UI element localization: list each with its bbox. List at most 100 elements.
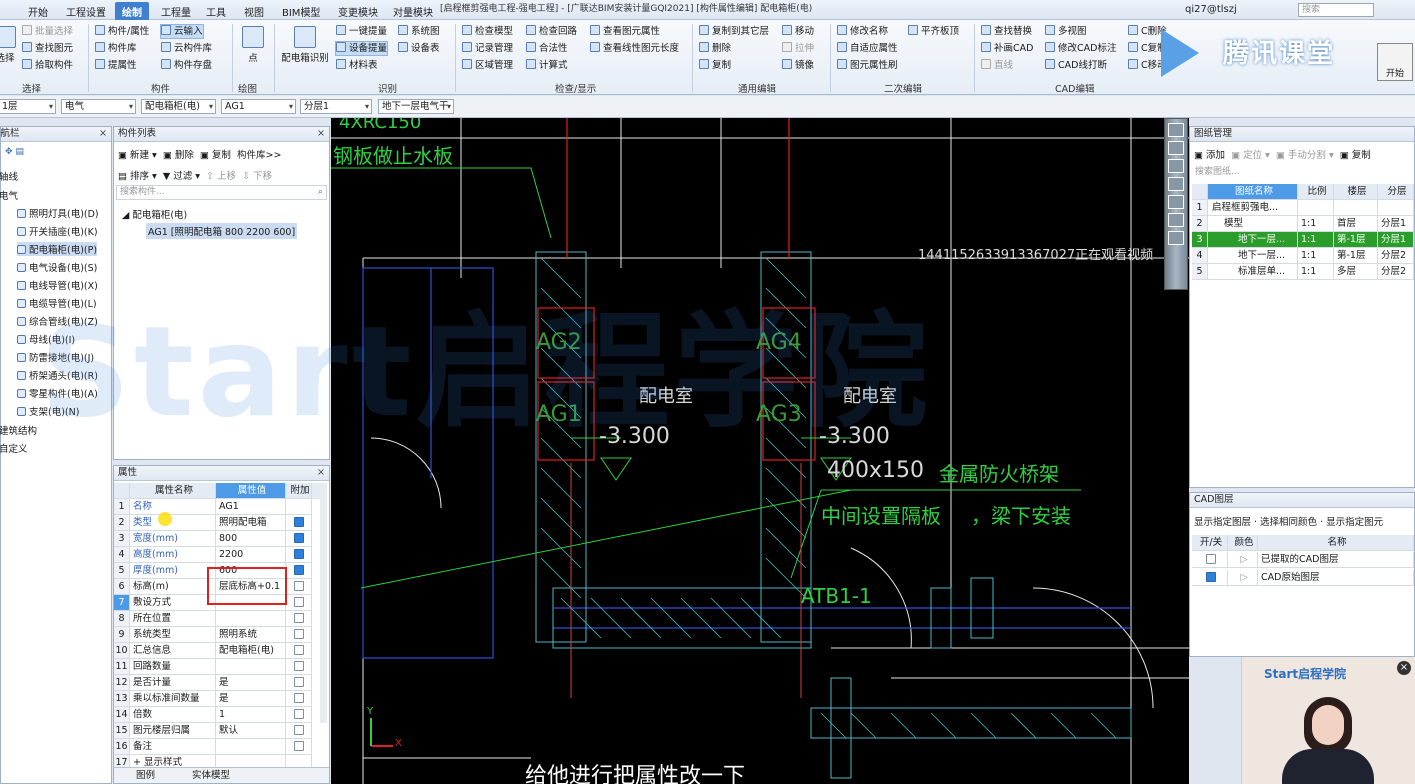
cad-drawing-canvas[interactable]: 4XRC150 钢板做止水板 AG2 AG1 AG4 AG3 配电室 配电室 -… — [331, 118, 1189, 784]
filter-button[interactable]: ▼ 过滤 ▾ — [163, 171, 200, 182]
top-search-input[interactable]: 搜索 — [1298, 3, 1374, 17]
property-value[interactable]: 2200 — [216, 547, 286, 563]
property-value[interactable] — [216, 611, 286, 627]
screen-icon[interactable] — [1168, 159, 1184, 173]
extra-checkbox[interactable] — [293, 693, 304, 703]
pick-component-button[interactable]: 拾取构件 — [22, 59, 73, 72]
property-value[interactable] — [216, 739, 286, 755]
account-name[interactable]: qi27@tlszj — [1185, 4, 1237, 15]
expand-icon[interactable]: ▷ — [1228, 552, 1258, 568]
formula-button[interactable]: 计算式 — [526, 59, 568, 72]
extra-checkbox[interactable] — [293, 741, 304, 751]
drawing-search-input[interactable]: 搜索图纸... — [1192, 166, 1412, 181]
cad-layer-toolbar[interactable]: 显示指定图层 · 选择相同颜色 · 显示指定图元 — [1194, 514, 1383, 528]
nav-building-structure[interactable]: 建筑结构 — [0, 423, 37, 437]
nav-toolbar-icons[interactable]: ✥ ▤ — [5, 147, 24, 157]
extra-checkbox[interactable] — [293, 597, 304, 607]
property-value[interactable]: AG1 — [216, 499, 286, 515]
cloud-component-lib-button[interactable]: 云构件库 — [161, 42, 212, 55]
property-value[interactable]: 800 — [216, 531, 286, 547]
one-click-quantity-button[interactable]: 一键提量 — [336, 25, 387, 38]
tab-legend[interactable]: 图例 — [136, 768, 155, 783]
move-down-button[interactable]: ⇩ 下移 — [242, 171, 272, 182]
extra-checkbox[interactable] — [293, 725, 304, 735]
multi-view-button[interactable]: 多视图 — [1045, 25, 1087, 38]
layer-select[interactable]: 分层1 ▾ — [300, 99, 372, 114]
material-table-button[interactable]: 材料表 — [336, 59, 378, 72]
element-props-brush-button[interactable]: 图元属性刷 — [837, 59, 898, 72]
close-icon[interactable]: × — [99, 127, 107, 141]
property-row[interactable]: 14 倍数 1 — [114, 707, 321, 723]
select-button[interactable]: 选择 — [0, 26, 18, 64]
view-element-props-button[interactable]: 查看图元属性 — [590, 25, 660, 38]
3d-view-icon[interactable] — [1168, 141, 1184, 155]
property-value[interactable]: 默认 — [216, 723, 286, 739]
expand-icon[interactable]: ▷ — [1228, 570, 1258, 586]
extra-checkbox[interactable] — [293, 709, 304, 719]
find-replace-button[interactable]: 查找替换 — [981, 25, 1032, 38]
drawing-row[interactable]: 4 地下一层... 1:1 第-1层 分层2 — [1192, 248, 1414, 264]
property-row[interactable]: 15 图元楼层归属 默认 — [114, 723, 321, 739]
view-line-length-button[interactable]: 查看线性图元长度 — [590, 42, 679, 55]
device-quantity-button[interactable]: 设备提量 — [334, 41, 389, 56]
adaptive-props-button[interactable]: 自适应属性 — [837, 42, 898, 55]
nav-distribution-box[interactable]: 配电箱柜(电)(P) — [17, 242, 98, 256]
extra-checkbox[interactable] — [293, 677, 304, 687]
refresh-icon[interactable] — [1168, 213, 1184, 227]
copy-button[interactable]: 复制 — [699, 59, 731, 72]
sort-button[interactable]: ▤ 排序 ▾ — [118, 171, 157, 182]
drawing-row[interactable]: 3 地下一层... 1:1 第-1层 分层1 — [1192, 232, 1414, 248]
tab-quantity[interactable]: 工程量 — [161, 4, 191, 19]
save-component-button[interactable]: 构件存盘 — [161, 59, 212, 72]
mirror-button[interactable]: 镜像 — [782, 59, 814, 72]
tree-group-distribution-box[interactable]: ◢ 配电箱柜(电) — [122, 207, 187, 221]
drawing-select[interactable]: 地下一层电气干 ▾ — [378, 99, 454, 114]
component-lib-button[interactable]: 构件库 — [95, 42, 137, 55]
tab-compare-module[interactable]: 对量模块 — [393, 4, 433, 19]
property-row[interactable]: 3 宽度(mm) 800 — [114, 531, 321, 547]
move-button[interactable]: 移动 — [782, 25, 814, 38]
property-value[interactable] — [216, 659, 286, 675]
area-manage-button[interactable]: 区域管理 — [462, 59, 513, 72]
modify-cad-label-button[interactable]: 修改CAD标注 — [1045, 42, 1116, 55]
batch-select-button[interactable]: 批量选择 — [22, 25, 73, 38]
draw-cad-button[interactable]: 补画CAD — [981, 42, 1033, 55]
drawing-row[interactable]: 1 启程框剪强电... — [1192, 200, 1414, 216]
delete-button[interactable]: ▣ 删除 — [163, 150, 194, 161]
close-icon[interactable]: × — [317, 466, 325, 480]
property-value[interactable]: 是 — [216, 675, 286, 691]
tab-draw[interactable]: 绘制 — [115, 2, 149, 21]
copy-button[interactable]: ▣ 复制 — [200, 150, 231, 161]
nav-electric[interactable]: 电气 — [0, 188, 18, 202]
property-row[interactable]: 12 是否计量是 — [114, 675, 321, 691]
nav-axis[interactable]: 轴线 — [0, 169, 18, 183]
layer-toggle-checkbox[interactable] — [1206, 554, 1216, 564]
floor-select[interactable]: 1层 ▾ — [0, 99, 56, 114]
check-circuit-button[interactable]: 检查回路 — [526, 25, 577, 38]
tab-tools[interactable]: 工具 — [206, 4, 226, 19]
property-value[interactable]: 1 — [216, 707, 286, 723]
property-row[interactable]: 13 乘以标准间数量是 — [114, 691, 321, 707]
cad-line-break-button[interactable]: CAD线打断 — [1045, 59, 1107, 72]
component-search-input[interactable]: 搜索构件... ⌕ — [116, 185, 327, 200]
locate-button[interactable]: ▣ 定位 ▾ — [1231, 150, 1270, 161]
extra-checkbox[interactable] — [293, 565, 304, 575]
copy-to-other-floor-button[interactable]: 复制到其它层 — [699, 25, 769, 38]
tab-change-module[interactable]: 变更模块 — [338, 4, 378, 19]
copy-drawing-button[interactable]: ▣ 复制 — [1340, 150, 1371, 161]
cube-icon[interactable] — [1168, 177, 1184, 191]
drawing-row[interactable]: 5 标准层单... 1:1 多层 分层2 — [1192, 264, 1414, 280]
device-table-button[interactable]: 设备表 — [398, 42, 440, 55]
tree-item-ag1[interactable]: AG1 [照明配电箱 800 2200 600] — [146, 223, 298, 239]
line-button[interactable]: 直线 — [981, 59, 1013, 72]
property-row[interactable]: 4 高度(mm) 2200 — [114, 547, 321, 563]
property-value[interactable]: 照明配电箱 — [216, 515, 286, 531]
component-type-select[interactable]: 配电箱柜(电) ▾ — [141, 99, 216, 114]
layer-toggle-checkbox[interactable] — [1206, 572, 1216, 582]
extra-checkbox[interactable] — [293, 517, 304, 527]
tab-view[interactable]: 视图 — [244, 4, 264, 19]
new-button[interactable]: ▣ 新建 ▾ — [118, 150, 157, 161]
stretch-button[interactable]: 拉伸 — [782, 42, 814, 55]
cloud-input-button[interactable]: 云输入 — [160, 24, 204, 39]
property-value[interactable]: 照明系统 — [216, 627, 286, 643]
